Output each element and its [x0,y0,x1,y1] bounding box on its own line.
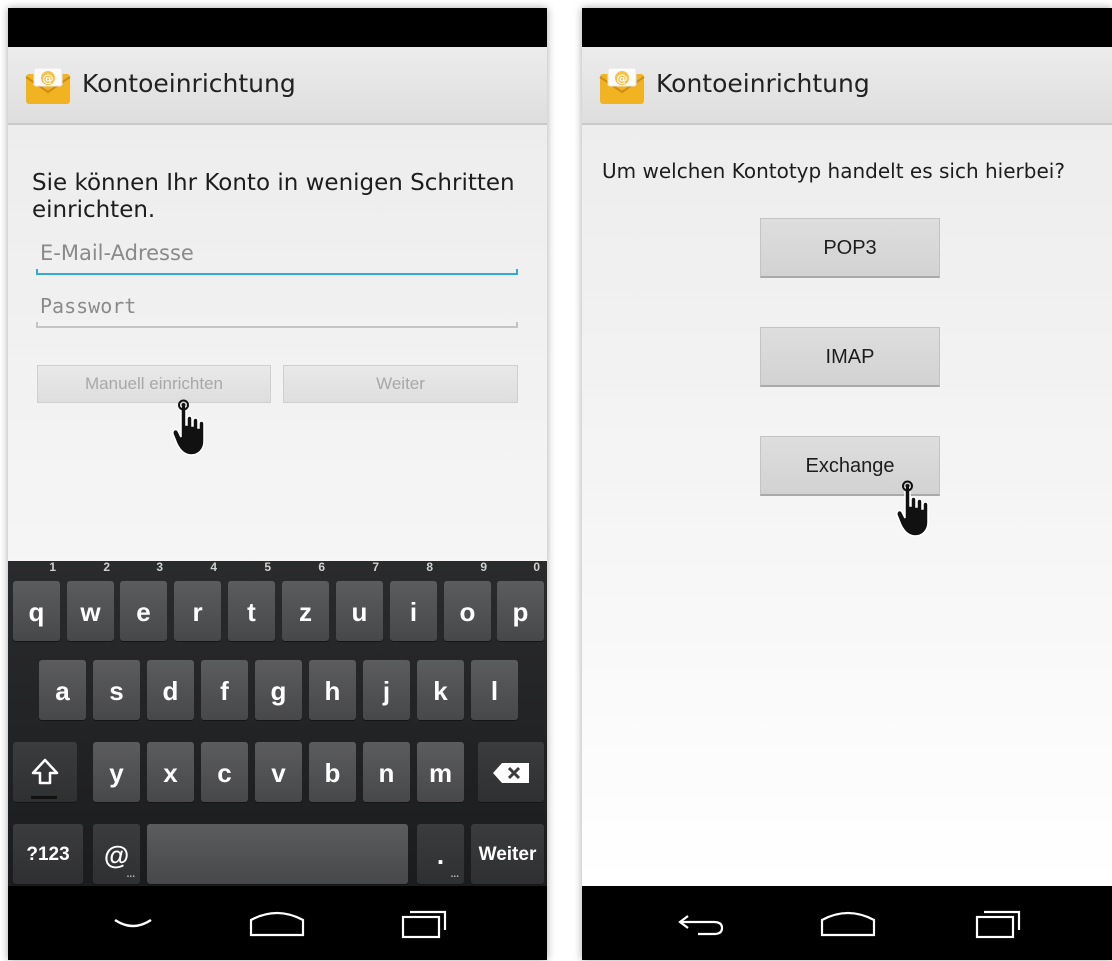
shift-key[interactable] [13,742,77,802]
at-key[interactable]: @... [93,824,140,884]
account-type-question: Um welchen Kontotyp handelt es sich hier… [602,159,1065,183]
key-z[interactable]: z6 [282,561,329,641]
recent-apps-icon[interactable] [400,908,450,940]
navigation-bar [8,886,547,960]
key-p[interactable]: p0 [497,561,544,641]
home-icon[interactable] [819,908,877,938]
key-q[interactable]: q1 [13,561,60,641]
status-bar [8,8,547,47]
back-icon[interactable] [676,908,728,938]
email-envelope-icon: @ [25,67,71,104]
hide-keyboard-icon[interactable] [112,916,154,932]
space-key[interactable] [147,824,408,884]
key-r[interactable]: r4 [174,561,221,641]
status-bar [582,8,1112,47]
backspace-key[interactable] [478,742,544,802]
pop3-button[interactable]: POP3 [760,218,940,278]
imap-button[interactable]: IMAP [760,327,940,387]
action-bar: @ Kontoeinrichtung [8,47,547,125]
key-d[interactable]: d [147,660,194,720]
key-i[interactable]: i8 [390,561,437,641]
next-button[interactable]: Weiter [283,365,518,403]
key-l[interactable]: l [471,660,518,720]
page-title: Kontoeinrichtung [656,69,870,98]
email-placeholder: E-Mail-Adresse [40,241,194,265]
email-envelope-icon: @ [599,67,645,104]
key-u[interactable]: u7 [336,561,383,641]
svg-text:@: @ [43,72,54,85]
navigation-bar [582,886,1112,960]
key-s[interactable]: s [93,660,140,720]
backspace-icon [493,763,529,783]
key-w[interactable]: w2 [67,561,114,641]
key-j[interactable]: j [363,660,410,720]
key-v[interactable]: v [255,742,302,802]
manual-setup-button[interactable]: Manuell einrichten [37,365,271,403]
key-n[interactable]: n [363,742,410,802]
email-field[interactable]: E-Mail-Adresse [36,235,518,275]
enter-next-key[interactable]: Weiter [471,824,544,884]
key-g[interactable]: g [255,660,302,720]
intro-text: Sie können Ihr Konto in wenigen Schritte… [32,170,515,223]
key-c[interactable]: c [201,742,248,802]
shift-arrow-icon [31,758,59,785]
action-bar: @ Kontoeinrichtung [582,47,1112,125]
home-icon[interactable] [248,908,306,938]
phone-screen-right: @ Kontoeinrichtung Um welchen Kontotyp h… [582,8,1112,960]
account-type-chooser: Um welchen Kontotyp handelt es sich hier… [582,125,1112,886]
key-o[interactable]: o9 [444,561,491,641]
svg-text:@: @ [617,72,628,85]
password-placeholder: Passwort [40,294,137,318]
symbols-key[interactable]: ?123 [13,824,83,884]
key-x[interactable]: x [147,742,194,802]
key-b[interactable]: b [309,742,356,802]
key-t[interactable]: t5 [228,561,275,641]
key-f[interactable]: f [201,660,248,720]
phone-screen-left: @ Kontoeinrichtung Sie können Ihr Konto … [8,8,547,960]
key-k[interactable]: k [417,660,464,720]
period-key[interactable]: .... [417,824,464,884]
soft-keyboard: q1 w2 e3 r4 t5 z6 u7 i8 o9 p0 a s d f g … [8,561,547,886]
hand-pointer-icon [172,399,205,456]
password-field[interactable]: Passwort [36,288,518,328]
page-title: Kontoeinrichtung [82,69,296,98]
key-y[interactable]: y [93,742,140,802]
hand-pointer-icon [896,480,929,537]
recent-apps-icon[interactable] [974,908,1024,940]
key-h[interactable]: h [309,660,356,720]
key-a[interactable]: a [39,660,86,720]
key-m[interactable]: m [417,742,464,802]
key-e[interactable]: e3 [120,561,167,641]
